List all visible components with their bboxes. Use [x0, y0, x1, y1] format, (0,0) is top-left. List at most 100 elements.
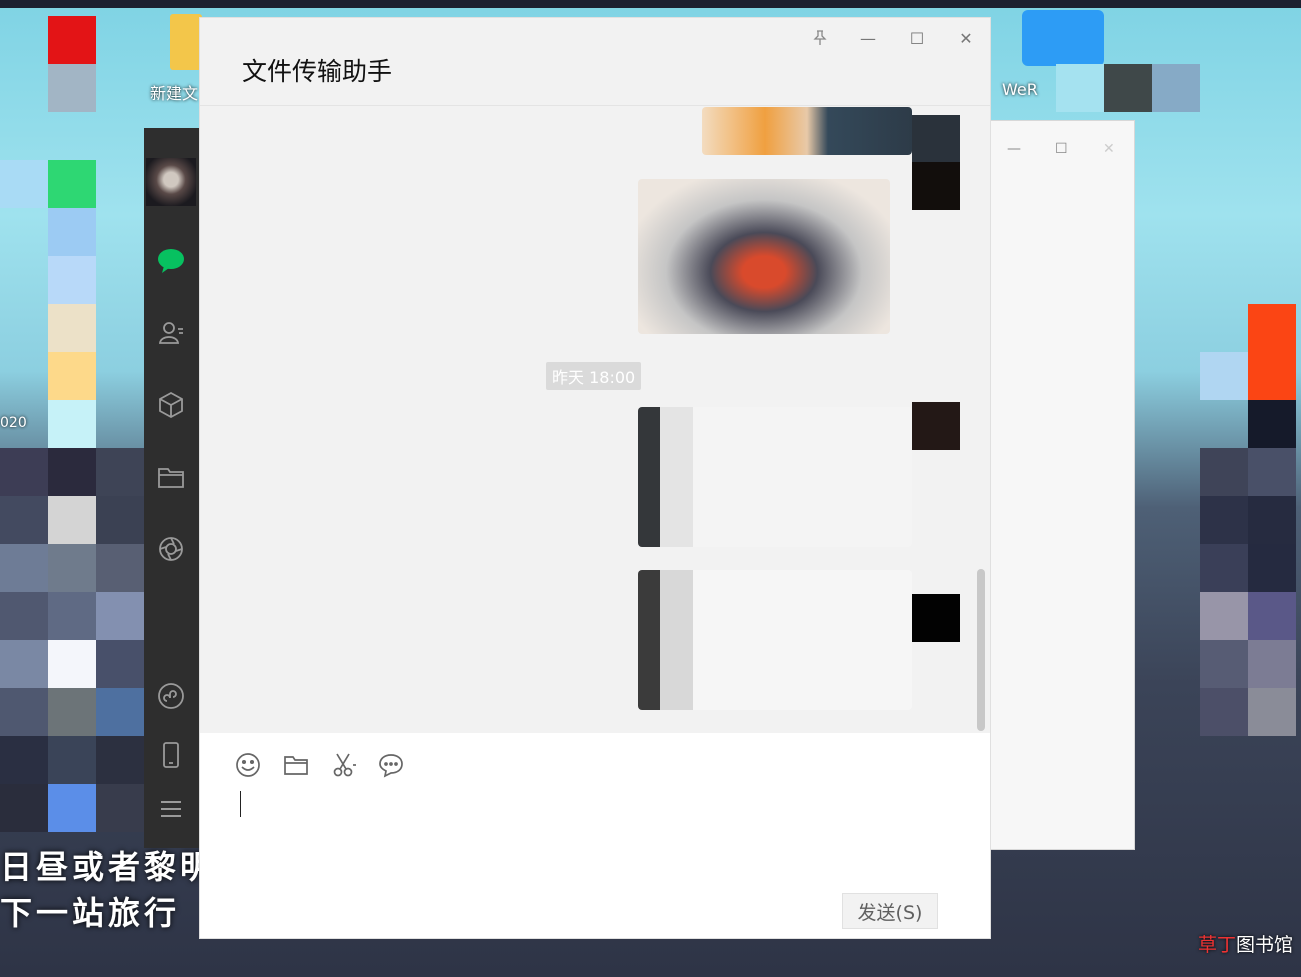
desktop-mosaic	[1248, 640, 1296, 688]
emoji-icon[interactable]	[232, 749, 264, 781]
desktop-icon-label-wer[interactable]: WeR	[1002, 80, 1038, 99]
desktop-mosaic	[48, 352, 96, 400]
chat-icon[interactable]	[154, 244, 188, 278]
files-icon[interactable]	[154, 460, 188, 494]
close-icon[interactable]: ✕	[1103, 141, 1115, 157]
desktop-mosaic	[48, 64, 96, 112]
desktop-mosaic	[1200, 688, 1248, 736]
desktop-mosaic	[96, 736, 144, 784]
desktop-mosaic	[0, 160, 48, 208]
desktop-mosaic	[0, 784, 48, 832]
desktop-top-edge	[0, 0, 1301, 8]
desktop-mosaic	[1152, 64, 1200, 112]
sender-avatar[interactable]	[912, 402, 960, 450]
desktop-mosaic	[48, 208, 96, 256]
desktop-mosaic	[48, 304, 96, 352]
image-message[interactable]	[638, 179, 890, 334]
message-timestamp: 昨天 18:00	[546, 362, 642, 390]
desktop-mosaic	[48, 784, 96, 832]
watermark-rest: 图书馆	[1236, 934, 1294, 956]
desktop-mosaic	[1248, 592, 1296, 640]
wallpaper-text-line2: 下一站旅行	[0, 894, 181, 932]
desktop-mosaic	[0, 592, 48, 640]
desktop-mosaic	[1248, 688, 1296, 736]
miniprogram-icon[interactable]	[154, 679, 188, 713]
avatar[interactable]	[146, 158, 196, 206]
desktop-mosaic	[1248, 544, 1296, 592]
desktop-mosaic	[0, 496, 48, 544]
send-button[interactable]: 发送(S)	[842, 893, 938, 929]
contacts-icon[interactable]	[154, 316, 188, 350]
image-message[interactable]	[638, 407, 912, 547]
desktop-icon-label-020[interactable]: 020	[0, 415, 27, 431]
image-message[interactable]	[638, 570, 912, 710]
desktop-mosaic	[1248, 448, 1296, 496]
desktop-mosaic	[48, 16, 96, 64]
desktop-mosaic	[96, 688, 144, 736]
message-scrollbar[interactable]	[977, 569, 985, 731]
desktop-mosaic	[1104, 64, 1152, 112]
desktop-mosaic	[48, 400, 96, 448]
message-list[interactable]: 昨天 18:00	[200, 107, 990, 733]
desktop-mosaic	[96, 544, 144, 592]
desktop-mosaic	[48, 256, 96, 304]
sender-avatar[interactable]	[912, 162, 960, 210]
desktop-mosaic	[48, 592, 96, 640]
desktop-mosaic	[48, 448, 96, 496]
desktop-mosaic	[0, 640, 48, 688]
image-message[interactable]	[702, 107, 912, 155]
desktop-mosaic	[1056, 64, 1104, 112]
desktop-mosaic	[48, 640, 96, 688]
desktop-mosaic	[1200, 352, 1248, 400]
desktop-mosaic	[48, 544, 96, 592]
close-icon[interactable]: ✕	[954, 26, 978, 50]
favorites-icon[interactable]	[154, 388, 188, 422]
input-area[interactable]: 发送(S)	[200, 733, 990, 938]
desktop-mosaic	[48, 688, 96, 736]
desktop-mosaic	[96, 496, 144, 544]
desktop-app-icon[interactable]	[1022, 10, 1104, 66]
desktop-mosaic	[96, 592, 144, 640]
chat-header: 文件传输助手 — ☐ ✕	[200, 18, 990, 106]
menu-icon[interactable]	[154, 792, 188, 826]
minimize-icon[interactable]: —	[1007, 141, 1021, 157]
desktop-mosaic	[96, 448, 144, 496]
folder-icon[interactable]	[280, 749, 312, 781]
watermark: 草丁图书馆	[1198, 930, 1293, 957]
pin-icon[interactable]	[808, 26, 832, 50]
desktop-mosaic	[1200, 640, 1248, 688]
phone-icon[interactable]	[154, 738, 188, 772]
desktop-mosaic	[1248, 304, 1296, 400]
desktop-mosaic	[1248, 400, 1296, 448]
desktop-mosaic	[0, 688, 48, 736]
chat-window: 文件传输助手 — ☐ ✕ 昨天 18:00 发送(S)	[199, 17, 991, 939]
moments-icon[interactable]	[154, 532, 188, 566]
desktop-mosaic	[1248, 496, 1296, 544]
desktop-mosaic	[96, 640, 144, 688]
minimize-icon[interactable]: —	[856, 26, 880, 50]
background-window[interactable]: — ☐ ✕	[990, 120, 1135, 850]
text-caret	[240, 791, 241, 817]
desktop-mosaic	[0, 448, 48, 496]
desktop-mosaic	[1200, 448, 1248, 496]
scissors-icon[interactable]	[328, 749, 360, 781]
chat-bubble-icon[interactable]	[375, 749, 407, 781]
wallpaper-text-line1: 日昼或者黎明	[0, 848, 217, 886]
desktop-mosaic	[0, 736, 48, 784]
desktop-mosaic	[48, 736, 96, 784]
watermark-accent: 草丁	[1198, 934, 1237, 956]
desktop-mosaic	[1200, 544, 1248, 592]
desktop-icon-label-new[interactable]: 新建文	[150, 80, 198, 104]
sender-avatar[interactable]	[912, 594, 960, 642]
desktop-mosaic	[1200, 592, 1248, 640]
chat-title: 文件传输助手	[242, 57, 393, 86]
desktop-mosaic	[0, 544, 48, 592]
maximize-icon[interactable]: ☐	[905, 26, 929, 50]
desktop-mosaic	[1200, 496, 1248, 544]
desktop-mosaic	[96, 784, 144, 832]
desktop-mosaic	[48, 160, 96, 208]
maximize-icon[interactable]: ☐	[1055, 141, 1068, 157]
folder-icon[interactable]	[170, 14, 202, 70]
wechat-sidebar	[144, 128, 200, 848]
sender-avatar[interactable]	[912, 115, 960, 163]
